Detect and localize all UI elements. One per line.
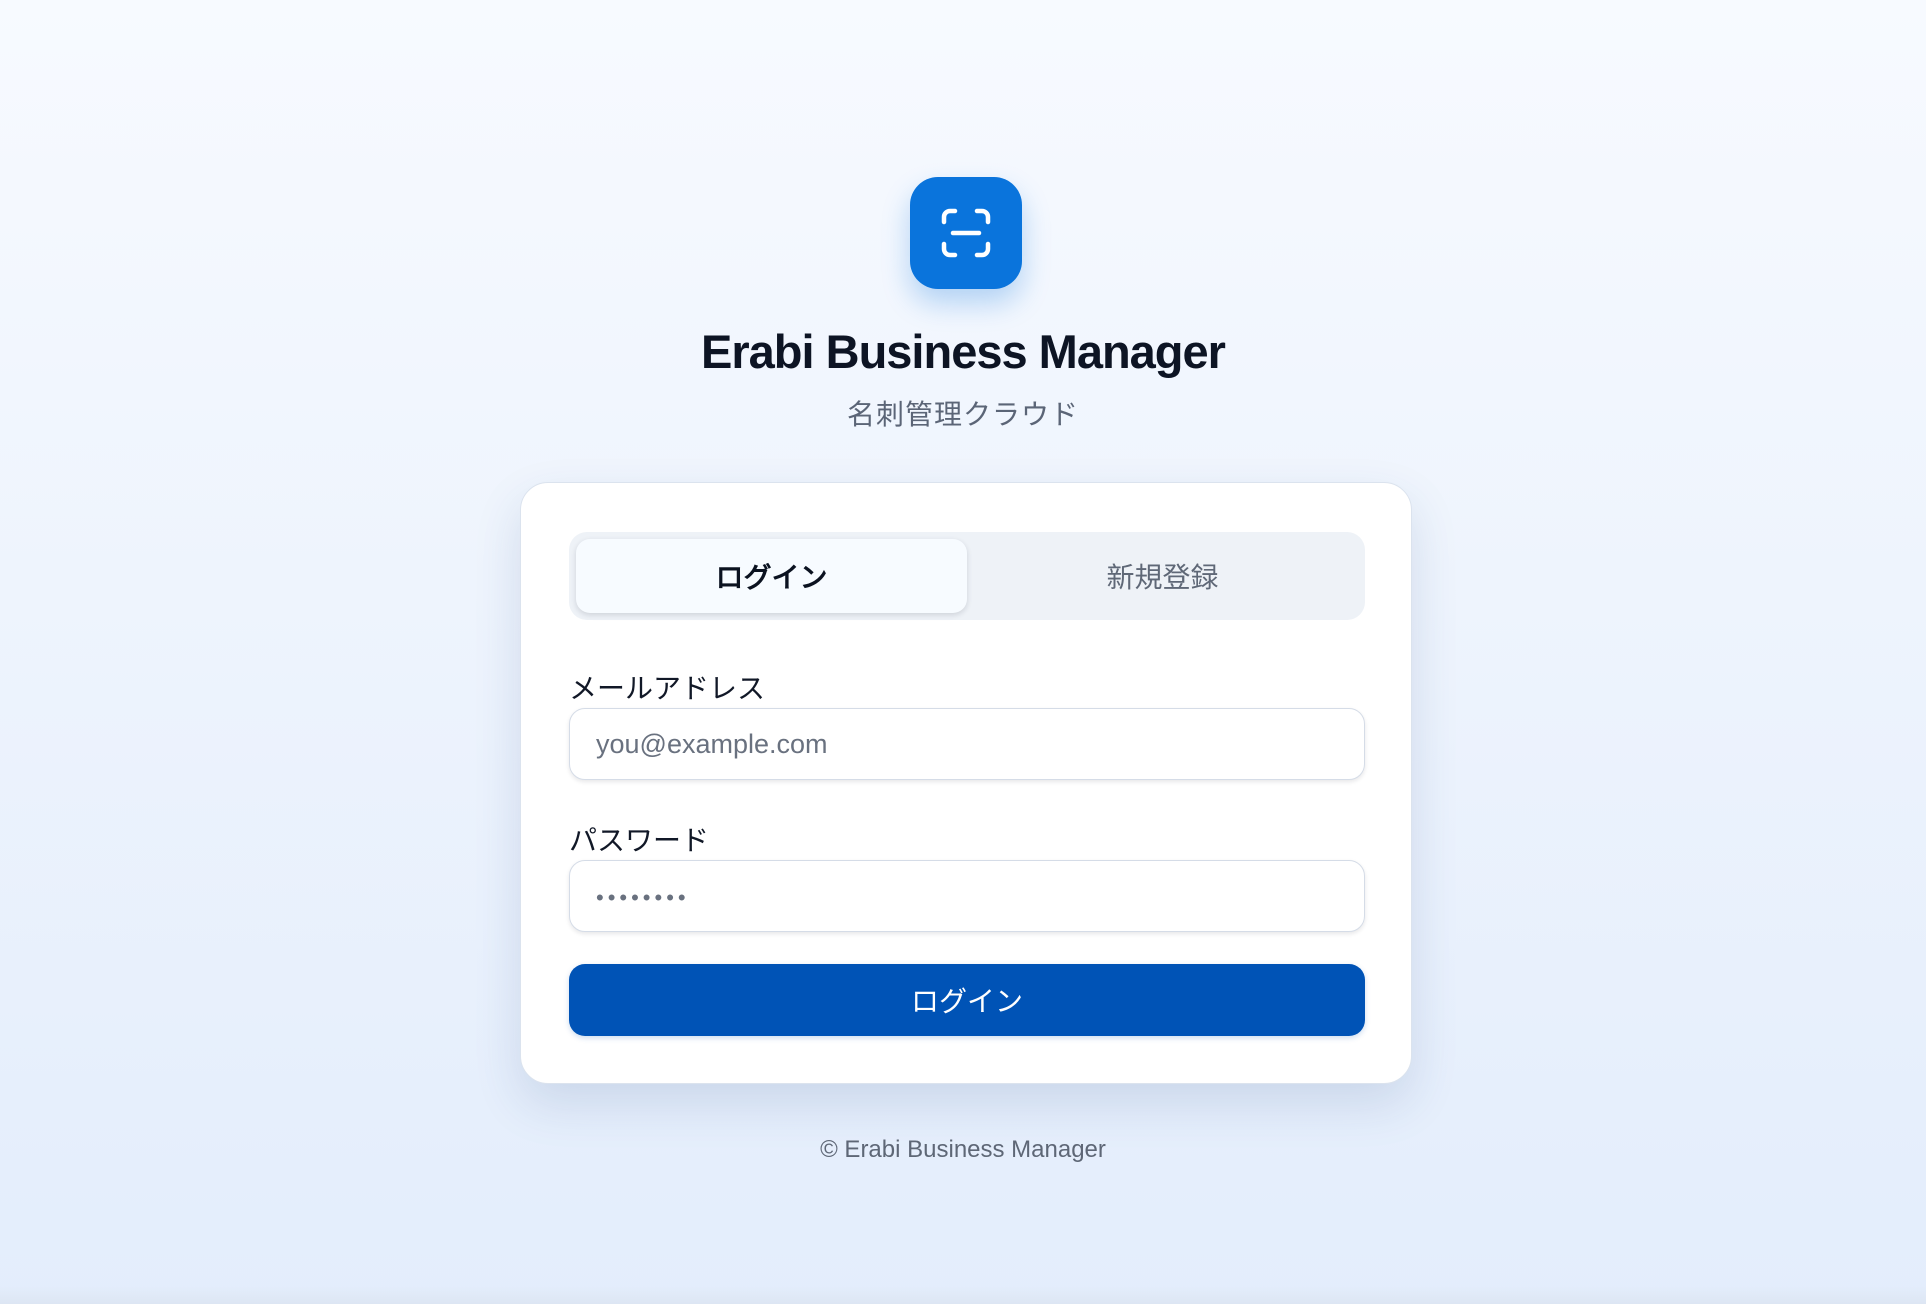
password-input[interactable]	[569, 860, 1365, 932]
tab-login[interactable]: ログイン	[576, 539, 967, 613]
scan-icon	[941, 208, 991, 258]
password-label: パスワード	[569, 825, 710, 856]
auth-card: ログイン 新規登録 メールアドレス パスワード ログイン	[520, 482, 1412, 1084]
app-logo	[910, 177, 1022, 289]
tab-register[interactable]: 新規登録	[967, 539, 1358, 613]
bottom-edge	[0, 1286, 1926, 1304]
auth-tabs: ログイン 新規登録	[569, 532, 1365, 620]
footer-copyright: © Erabi Business Manager	[820, 1136, 1106, 1163]
app-subtitle: 名刺管理クラウド	[846, 399, 1079, 430]
login-button[interactable]: ログイン	[569, 964, 1365, 1036]
app-title: Erabi Business Manager	[701, 325, 1226, 378]
email-input[interactable]	[569, 708, 1365, 780]
email-label: メールアドレス	[569, 673, 766, 704]
